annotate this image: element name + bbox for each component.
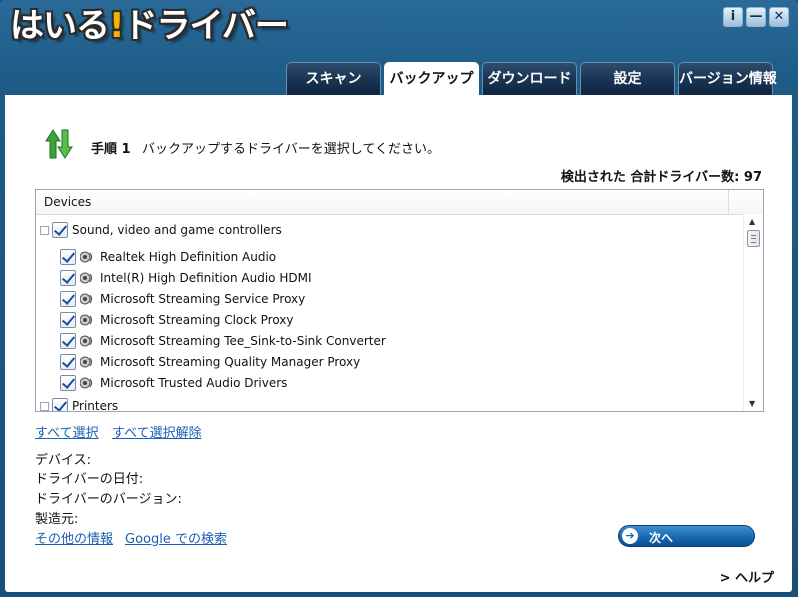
driver-date-label: ドライバーの日付: [35,472,144,487]
collapse-icon[interactable] [40,225,49,235]
list-item[interactable]: Microsoft Streaming Service Proxy [60,289,305,309]
deselect-all-link[interactable]: すべて選択解除 [112,422,202,441]
device-detail-label: デバイス: [35,453,91,468]
help-link[interactable]: > ヘルプ [720,567,774,586]
driver-label: Microsoft Streaming Clock Proxy [100,313,294,327]
category-checkbox[interactable] [52,398,68,411]
tab-download[interactable]: ダウンロード [482,62,577,95]
step-label: 手順 1 [91,142,131,157]
more-info-link[interactable]: その他の情報 [35,528,113,547]
transfer-arrows-icon [45,129,73,159]
driver-label: Microsoft Trusted Audio Drivers [100,376,288,390]
driver-checkbox[interactable] [60,333,76,349]
app-logo: はいる!ドライバー [10,4,289,48]
next-button-label: 次へ [649,531,674,545]
category-label: Sound, video and game controllers [72,223,282,237]
list-item[interactable]: Microsoft Streaming Clock Proxy [60,310,294,330]
tab-settings[interactable]: 設定 [580,62,675,95]
collapse-icon[interactable] [40,401,49,411]
driver-label: Microsoft Streaming Quality Manager Prox… [100,355,361,369]
driver-checkbox[interactable] [60,270,76,286]
driver-version-label: ドライバーのバージョン: [35,492,182,507]
list-item[interactable]: Realtek High Definition Audio [60,247,276,267]
driver-label: Intel(R) High Definition Audio HDMI [100,271,312,285]
speaker-icon [80,314,93,326]
category-checkbox[interactable] [52,222,68,238]
speaker-icon [80,272,93,284]
logo-exclamation: ! [109,6,124,46]
manufacturer-label: 製造元: [35,512,79,527]
device-list[interactable]: Devices Sound, video and game controller… [35,189,764,412]
devices-column-header: Devices [44,195,92,209]
driver-checkbox[interactable] [60,249,76,265]
driver-checkbox[interactable] [60,375,76,391]
driver-label: Microsoft Streaming Tee_Sink-to-Sink Con… [100,334,386,348]
speaker-icon [80,251,93,263]
logo-text: はいる [10,6,110,46]
driver-label: Realtek High Definition Audio [100,250,277,264]
tab-version-info[interactable]: バージョン情報 [678,62,777,95]
scroll-up-icon[interactable]: ▲ [749,217,755,226]
driver-checkbox[interactable] [60,312,76,328]
category-label: Printers [72,399,119,412]
list-item[interactable]: Microsoft Trusted Audio Drivers [60,373,287,393]
window-controls: i — ✕ [723,7,789,27]
arrow-right-icon: ➔ [622,528,638,544]
step-description: バックアップするドライバーを選択してください。 [142,142,440,157]
category-row[interactable]: Printers [40,396,119,412]
tab-backup[interactable]: バックアップ [384,62,479,95]
minimize-button[interactable]: — [746,7,766,27]
content-panel: 手順 1 バックアップするドライバーを選択してください。 検出された 合計ドライ… [5,95,792,592]
info-button[interactable]: i [723,7,743,27]
speaker-icon [80,335,93,347]
main-tabs: スキャン バックアップ ダウンロード 設定 バージョン情報 [286,62,777,95]
tab-scan[interactable]: スキャン [286,62,381,95]
scroll-thumb[interactable] [747,230,760,247]
logo-text-2: ドライバー [123,6,289,46]
driver-checkbox[interactable] [60,354,76,370]
speaker-icon [80,377,93,389]
list-header: Devices [36,190,763,215]
scroll-down-icon[interactable]: ▼ [749,399,755,408]
driver-label: Microsoft Streaming Service Proxy [100,292,306,306]
select-all-link[interactable]: すべて選択 [35,422,99,441]
header-divider [728,190,729,214]
total-drivers-count: 検出された 合計ドライバー数: 97 [560,170,762,185]
list-item[interactable]: Microsoft Streaming Quality Manager Prox… [60,352,360,372]
google-search-link[interactable]: Google での検索 [125,528,227,547]
list-item[interactable]: Intel(R) High Definition Audio HDMI [60,268,311,288]
speaker-icon [80,293,93,305]
next-button[interactable]: ➔ 次へ [618,525,755,547]
category-row[interactable]: Sound, video and game controllers [40,220,282,240]
list-item[interactable]: Microsoft Streaming Tee_Sink-to-Sink Con… [60,331,386,351]
close-button[interactable]: ✕ [769,7,789,27]
app-window: はいる!ドライバー i — ✕ スキャン バックアップ ダウンロード 設定 バー… [0,0,798,597]
speaker-icon [80,356,93,368]
list-scrollbar[interactable]: ▲ ▼ [743,214,763,411]
driver-checkbox[interactable] [60,291,76,307]
